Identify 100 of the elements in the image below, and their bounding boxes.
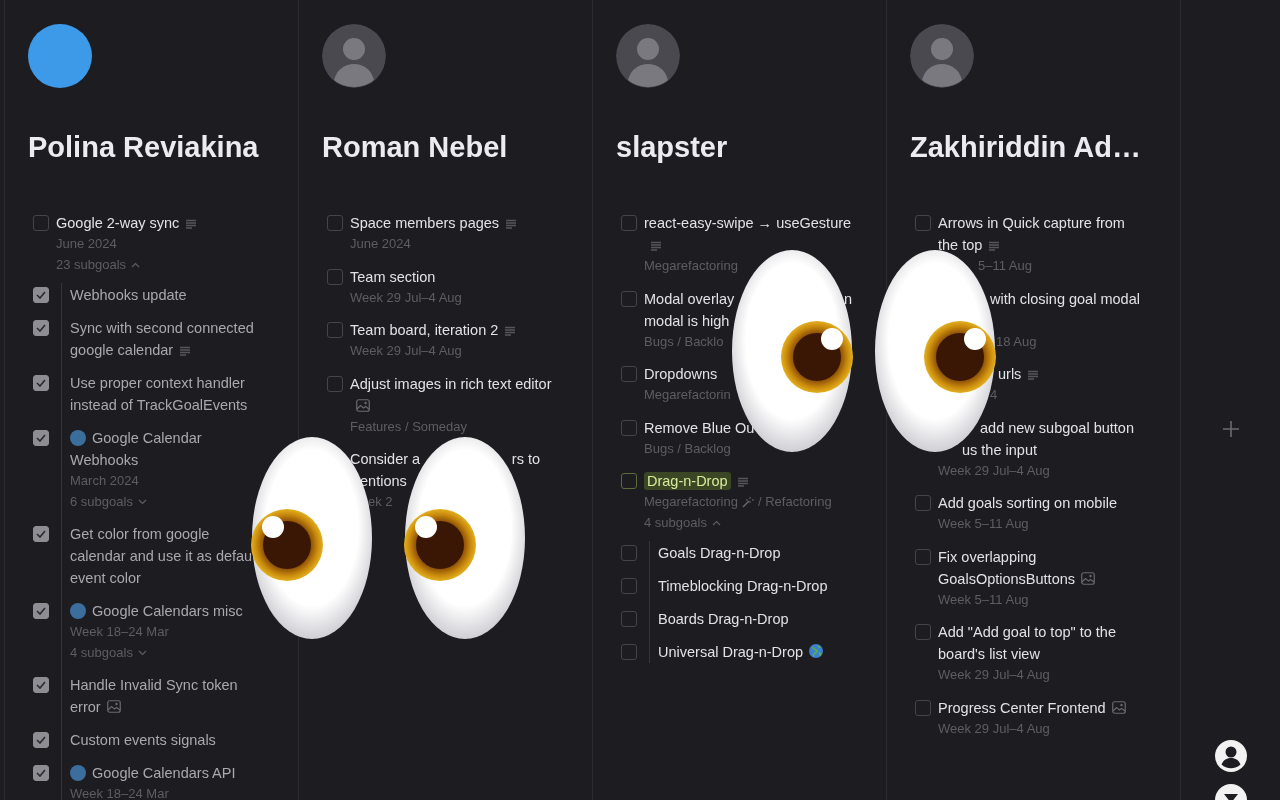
subgoals-toggle[interactable]: 23 subgoals [56, 254, 141, 275]
goal-meta: Bugs / Backlog [644, 439, 731, 458]
checkbox[interactable] [915, 215, 931, 231]
checkbox[interactable] [33, 765, 49, 781]
goal-meta: Week 29 Jul–4 Aug [350, 288, 462, 307]
checkbox[interactable] [621, 578, 637, 594]
goal-title: n [843, 289, 852, 309]
goal-title: Custom events signals [70, 732, 216, 748]
checkbox[interactable] [621, 644, 637, 660]
goal-title: Team board, iteration 2 [350, 322, 499, 338]
goal-title: rs to [511, 450, 540, 469]
goal-title: event color [70, 570, 141, 586]
check-icon [36, 291, 46, 299]
goal-meta: Megarefactorin [644, 386, 731, 404]
goal-meta: June 2024 [350, 235, 411, 253]
check-icon [36, 434, 46, 442]
goal-title: GoalsOptionsButtons [938, 570, 1076, 587]
checkbox[interactable] [915, 699, 931, 716]
goal-meta: 4 [990, 386, 998, 404]
checkbox[interactable] [327, 375, 343, 392]
goal-meta: Week 5–11 Aug [938, 515, 1029, 533]
checkbox[interactable] [33, 430, 49, 446]
goal-title: calendar and use it as defau [70, 548, 253, 564]
user-icon[interactable] [1214, 740, 1247, 772]
subgoals-toggle[interactable]: 6 subgoals [70, 491, 147, 512]
checkbox[interactable] [33, 320, 49, 336]
goal-title: react-easy-swipe → useGesture [644, 215, 852, 231]
goal-title: Boards Drag-n-Drop [658, 611, 789, 627]
goal-meta: Bugs / Backlo [644, 332, 724, 351]
goal-title: Dropdowns [644, 366, 718, 382]
member-name: Roman Nebel [322, 130, 509, 165]
goal-title: board's list view [938, 646, 1040, 662]
checkbox[interactable] [33, 526, 49, 542]
checkbox[interactable] [33, 287, 49, 303]
checkbox[interactable] [915, 548, 931, 565]
goal-title: Add "Add goal to top" to the [938, 624, 1116, 640]
goal-title: Arrows in Quick capture from [938, 215, 1125, 231]
checkbox[interactable] [621, 545, 637, 561]
subgoals-toggle[interactable]: 4 subgoals [644, 512, 721, 533]
goal-title: Space members pages [350, 215, 500, 231]
checkbox[interactable] [621, 366, 637, 382]
goal-title: Google 2-way sync [56, 215, 180, 231]
avatar-silhouette [322, 24, 386, 88]
goal-meta: 5–11 Aug [978, 257, 1032, 275]
goal-meta: / Refactoring [757, 493, 832, 511]
checkbox[interactable] [915, 624, 931, 640]
checkbox[interactable] [621, 290, 637, 307]
goal-title: entions [360, 473, 407, 489]
goal-title: Consider a [350, 450, 421, 469]
checkbox[interactable] [327, 215, 343, 231]
checkbox[interactable] [915, 495, 931, 511]
goal-title: Google Calendar [92, 430, 202, 446]
subgoals-toggle[interactable]: 4 subgoals [70, 642, 147, 663]
check-icon [36, 736, 46, 744]
goal-meta: Week 29 Jul–4 Aug [938, 666, 1050, 684]
check-icon [36, 379, 46, 387]
chevron-icon [137, 498, 147, 505]
checkbox[interactable] [33, 732, 49, 748]
member-name: Polina Reviakina [28, 130, 260, 165]
goal-title: Webhooks [70, 452, 139, 468]
goal-meta: Week 29 Jul–4 Aug [350, 342, 462, 360]
avatar-silhouette [910, 24, 974, 88]
goal-title: the top [938, 237, 983, 253]
chevron-icon [711, 519, 721, 526]
goal-title: Remove Blue Ou [644, 419, 755, 436]
add-icon[interactable] [1221, 420, 1240, 438]
goal-title: error [70, 699, 101, 715]
member-name: Zakhiriddin Ad… [910, 130, 1142, 165]
goal-title: Progress Center Frontend [938, 699, 1106, 716]
goal-title: Get color from google [70, 526, 210, 542]
checkbox[interactable] [327, 268, 343, 285]
goal-title: modal is high [644, 312, 730, 329]
checkbox[interactable] [33, 215, 49, 231]
goal-title: Adjust images in rich text editor [350, 375, 552, 392]
goal-title: Sync with second connected [70, 320, 254, 336]
checkbox[interactable] [621, 611, 637, 627]
goal-meta: ek 2 [368, 493, 393, 511]
check-icon [36, 769, 46, 777]
checkbox[interactable] [621, 419, 637, 436]
checkbox[interactable] [621, 215, 637, 231]
goal-title: Webhooks update [70, 287, 187, 303]
goal-title: Google Calendars misc [92, 603, 243, 619]
checkbox[interactable] [33, 603, 49, 619]
goal-title: Goals Drag-n-Drop [658, 545, 781, 561]
avatar-silhouette [616, 24, 680, 88]
goal-title: add new subgoal button [980, 419, 1134, 436]
goal-title: us the input [962, 441, 1037, 458]
goal-meta: June 2024 [56, 235, 117, 253]
checkbox[interactable] [621, 473, 637, 489]
goal-title: Timeblocking Drag-n-Drop [658, 578, 828, 594]
checkbox[interactable] [33, 677, 49, 693]
goal-meta: 18 Aug [996, 332, 1037, 351]
goal-title: Fix overlapping [938, 548, 1037, 565]
checkbox[interactable] [327, 322, 343, 338]
goal-title: Universal Drag-n-Drop [658, 644, 804, 660]
goal-meta: Week 18–24 Mar [70, 785, 169, 800]
goal-title: with closing goal modal [990, 290, 1140, 307]
checkbox[interactable] [33, 375, 49, 391]
goal-meta: Week 29 Jul–4 Aug [938, 461, 1050, 480]
goal-meta: Week 29 Jul–4 Aug [938, 719, 1050, 738]
